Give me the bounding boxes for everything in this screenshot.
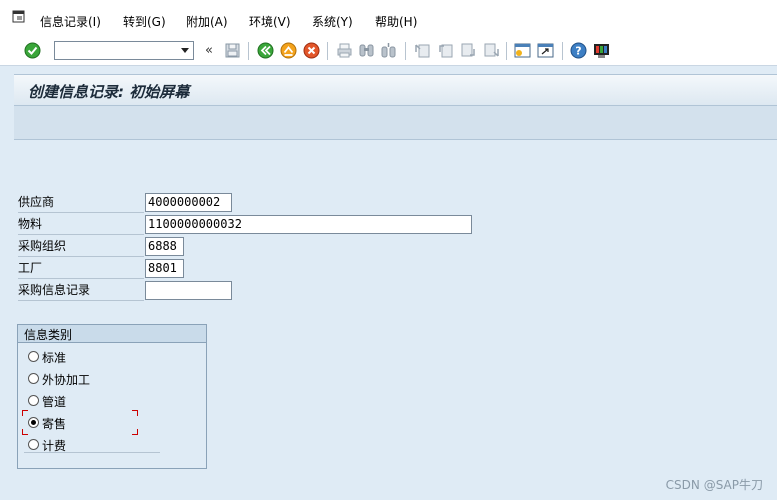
chevron-down-icon[interactable] xyxy=(181,48,189,53)
help-icon[interactable]: ? xyxy=(570,42,587,59)
find-next-icon[interactable] xyxy=(380,42,397,59)
radio-button[interactable] xyxy=(28,373,39,384)
focus-bracket xyxy=(132,410,138,416)
info-record-label: 采购信息记录 xyxy=(18,283,91,297)
previous-page-icon[interactable] xyxy=(437,42,454,59)
cancel-icon[interactable] xyxy=(303,42,320,59)
focus-bracket xyxy=(22,410,28,416)
toolbar-separator xyxy=(562,42,563,60)
save-icon[interactable] xyxy=(224,42,241,59)
group-underline xyxy=(24,452,160,453)
radio-button[interactable] xyxy=(28,351,39,362)
first-page-icon[interactable] xyxy=(414,42,431,59)
menu-environment[interactable]: 环境(V) xyxy=(249,13,291,30)
back-icon[interactable] xyxy=(257,42,274,59)
toolbar-separator xyxy=(248,42,249,60)
title-bar: 创建信息记录: 初始屏幕 xyxy=(14,74,777,106)
menu-system[interactable]: 系统(Y) xyxy=(312,13,353,30)
standard-toolbar: « ? xyxy=(0,36,777,66)
group-title: 信息类别 xyxy=(24,328,73,342)
purch-org-input[interactable]: 6888 xyxy=(145,237,184,256)
toolbar-separator xyxy=(327,42,328,60)
new-session-icon[interactable] xyxy=(514,42,531,59)
next-page-icon[interactable] xyxy=(460,42,477,59)
label-underline xyxy=(18,234,144,235)
label-underline xyxy=(18,212,144,213)
last-page-icon[interactable] xyxy=(483,42,500,59)
purch-org-label: 采购组织 xyxy=(18,239,67,253)
vendor-label: 供应商 xyxy=(18,195,55,209)
menu-info-record[interactable]: 信息记录(I) xyxy=(40,13,101,30)
menu-goto[interactable]: 转到(G) xyxy=(123,13,166,30)
svg-text:?: ? xyxy=(575,45,581,58)
system-menu-icon[interactable] xyxy=(12,10,26,24)
radio-label: 管道 xyxy=(42,395,67,409)
label-underline xyxy=(18,278,144,279)
group-header: 信息类别 xyxy=(18,325,206,343)
layout-settings-icon[interactable] xyxy=(593,42,610,59)
info-record-input[interactable] xyxy=(145,281,232,300)
radio-label: 标准 xyxy=(42,351,67,365)
enter-check-icon[interactable] xyxy=(24,42,41,59)
material-label: 物料 xyxy=(18,217,43,231)
label-underline xyxy=(18,300,144,301)
page-title: 创建信息记录: 初始屏幕 xyxy=(28,83,190,101)
menu-help[interactable]: 帮助(H) xyxy=(375,13,417,30)
radio-label: 外协加工 xyxy=(42,373,91,387)
info-category-group: 信息类别 标准 外协加工 管道 寄售 计费 xyxy=(17,324,207,469)
focus-bracket xyxy=(132,429,138,435)
plant-label: 工厂 xyxy=(18,261,43,275)
find-icon[interactable] xyxy=(358,42,375,59)
material-input[interactable]: 1100000000032 xyxy=(145,215,472,234)
radio-button[interactable] xyxy=(28,395,39,406)
radio-button[interactable] xyxy=(28,439,39,450)
focus-bracket xyxy=(22,429,28,435)
command-field[interactable] xyxy=(54,41,194,60)
toolbar-separator xyxy=(506,42,507,60)
radio-button-selected[interactable] xyxy=(28,417,39,428)
vendor-input[interactable]: 4000000002 xyxy=(145,193,232,212)
exit-icon[interactable] xyxy=(280,42,297,59)
print-icon[interactable] xyxy=(336,42,353,59)
menu-bar: 信息记录(I) 转到(G) 附加(A) 环境(V) 系统(Y) 帮助(H) xyxy=(0,0,777,36)
collapse-command-icon[interactable]: « xyxy=(205,43,213,58)
menu-extras[interactable]: 附加(A) xyxy=(186,13,228,30)
radio-label: 寄售 xyxy=(42,417,67,431)
label-underline xyxy=(18,256,144,257)
shortcut-icon[interactable] xyxy=(537,42,554,59)
toolbar-separator xyxy=(405,42,406,60)
application-toolbar xyxy=(14,106,777,140)
watermark-text: CSDN @SAP牛刀 xyxy=(665,478,763,492)
plant-input[interactable]: 8801 xyxy=(145,259,184,278)
